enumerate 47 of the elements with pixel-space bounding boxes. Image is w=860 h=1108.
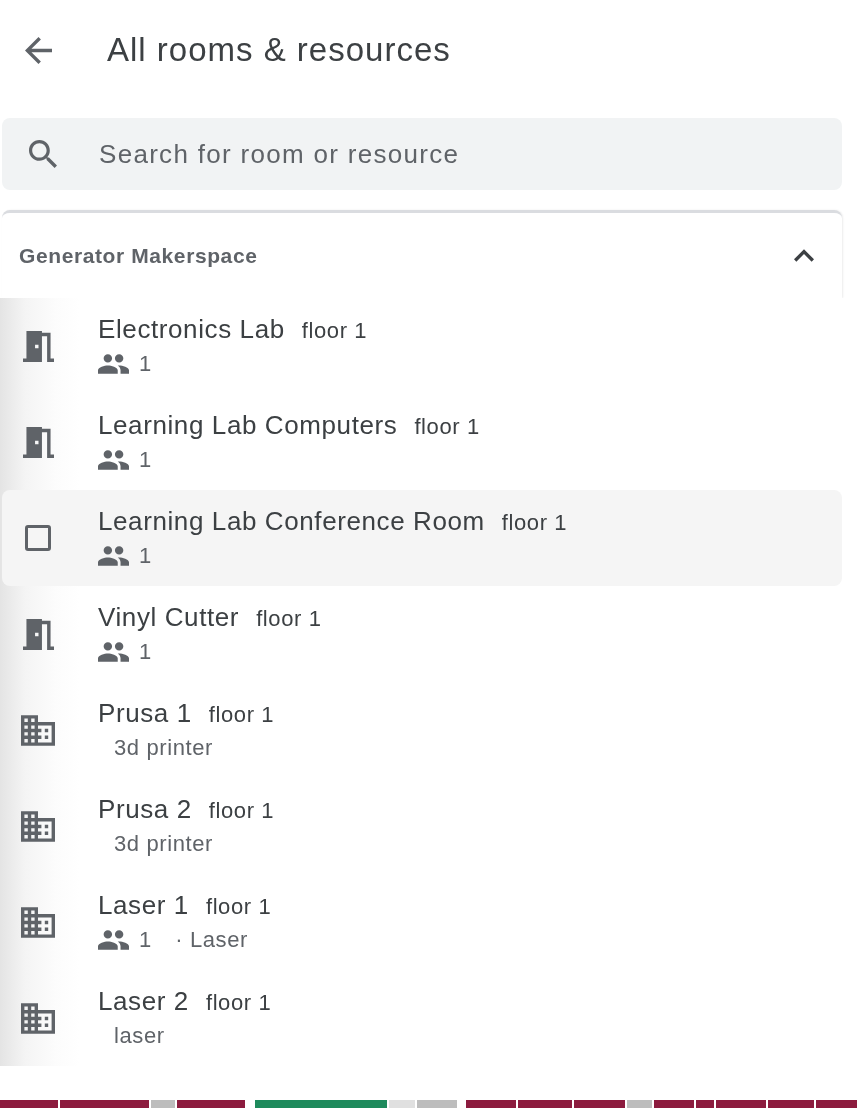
- floor-label: floor 1: [205, 989, 272, 1016]
- resource-description: · Laser: [175, 926, 248, 953]
- room-list-item[interactable]: Prusa 2 floor 1 3d printer: [2, 778, 842, 874]
- back-button[interactable]: [25, 36, 52, 64]
- room-name: Laser 1: [98, 889, 189, 921]
- capacity-count: 1: [139, 350, 152, 377]
- room-list-item[interactable]: Learning Lab Computers floor 1 1: [2, 394, 842, 490]
- search-icon: [29, 140, 57, 168]
- room-list-item[interactable]: Prusa 1 floor 1 3d printer: [2, 682, 842, 778]
- room-list-item[interactable]: Learning Lab Conference Room floor 1 1: [2, 490, 842, 586]
- floor-label: floor 1: [501, 509, 568, 536]
- floor-label: floor 1: [208, 797, 275, 824]
- floor-label: floor 1: [208, 701, 275, 728]
- room-list-item[interactable]: Laser 1 floor 1 1 · Laser: [2, 874, 842, 970]
- resource-description: 3d printer: [114, 830, 213, 857]
- people-icon: [98, 545, 129, 566]
- resource-description: laser: [114, 1022, 165, 1049]
- room-name: Learning Lab Conference Room: [98, 505, 485, 537]
- people-icon: [98, 929, 129, 950]
- floor-label: floor 1: [205, 893, 272, 920]
- caret-icon: [794, 249, 814, 262]
- capacity-count: 1: [139, 926, 152, 953]
- floor-label: floor 1: [414, 413, 480, 440]
- room-list-item[interactable]: Laser 2 floor 1 laser: [2, 970, 842, 1066]
- floor-label: floor 1: [301, 317, 368, 344]
- room-name: Prusa 2: [98, 793, 192, 825]
- people-icon: [98, 353, 129, 374]
- capacity-count: 1: [139, 542, 152, 569]
- room-name: Vinyl Cutter: [98, 601, 240, 633]
- page-title: All rooms & resources: [107, 31, 451, 69]
- room-name: Laser 2: [98, 985, 189, 1017]
- room-name: Learning Lab Computers: [98, 409, 398, 441]
- search-field[interactable]: Search for room or resource: [2, 118, 842, 190]
- section-header[interactable]: Generator Makerspace: [2, 213, 842, 298]
- floor-label: floor 1: [256, 605, 322, 632]
- room-name: Prusa 1: [98, 697, 192, 729]
- resource-description: 3d printer: [114, 734, 213, 761]
- capacity-count: 1: [139, 446, 152, 473]
- search-input[interactable]: Search for room or resource: [99, 134, 822, 174]
- back-arrow-icon: [25, 36, 52, 64]
- room-name: Electronics Lab: [98, 313, 285, 345]
- checkbox[interactable]: [25, 525, 51, 551]
- capacity-count: 1: [139, 638, 152, 665]
- room-list-item[interactable]: Electronics Lab floor 1 1: [2, 298, 842, 394]
- room-list-item[interactable]: Vinyl Cutter floor 1 1: [2, 586, 842, 682]
- people-icon: [98, 449, 129, 470]
- people-icon: [98, 641, 129, 662]
